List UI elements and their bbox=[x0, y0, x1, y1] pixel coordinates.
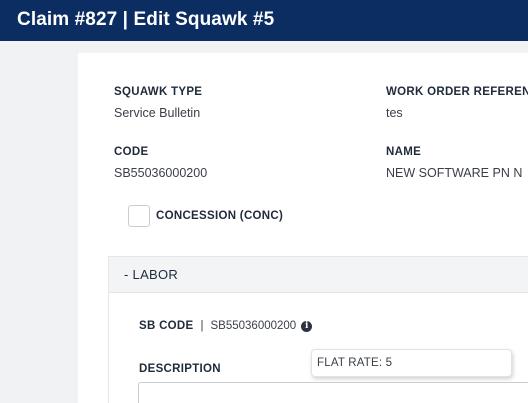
info-icon[interactable]: i bbox=[301, 320, 313, 332]
top-bar: Claim #827 | Edit Squawk #5 bbox=[0, 0, 528, 41]
concession-checkbox[interactable] bbox=[128, 205, 150, 227]
name-value: NEW SOFTWARE PN N bbox=[386, 166, 523, 180]
squawk-type-label: SQUAWK TYPE bbox=[114, 86, 203, 98]
concession-label[interactable]: CONCESSION (CONC) bbox=[156, 210, 283, 222]
description-input[interactable] bbox=[138, 382, 528, 403]
squawk-type-value: Service Bulletin bbox=[114, 106, 201, 120]
name-label: NAME bbox=[386, 146, 422, 158]
work-order-reference-label: WORK ORDER REFEREN bbox=[386, 86, 528, 98]
page-title: Claim #827 | Edit Squawk #5 bbox=[17, 9, 275, 30]
code-value: SB55036000200 bbox=[114, 166, 208, 180]
flat-rate-tooltip: FLAT RATE: 5 bbox=[311, 349, 512, 377]
sb-code-value: SB55036000200 bbox=[210, 320, 297, 332]
left-panel bbox=[0, 41, 78, 403]
work-order-reference-value: tes bbox=[386, 106, 403, 120]
description-label: DESCRIPTION bbox=[139, 363, 221, 375]
sb-code-separator: | bbox=[200, 320, 204, 332]
tooltip-text: FLAT RATE: 5 bbox=[317, 357, 393, 369]
sb-code-row: SB CODE | SB55036000200 i bbox=[139, 320, 313, 332]
sb-code-label: SB CODE bbox=[139, 320, 194, 332]
code-label: CODE bbox=[114, 146, 149, 158]
labor-section-header[interactable]: - LABOR bbox=[109, 257, 528, 293]
labor-header-label[interactable]: - LABOR bbox=[124, 267, 178, 282]
